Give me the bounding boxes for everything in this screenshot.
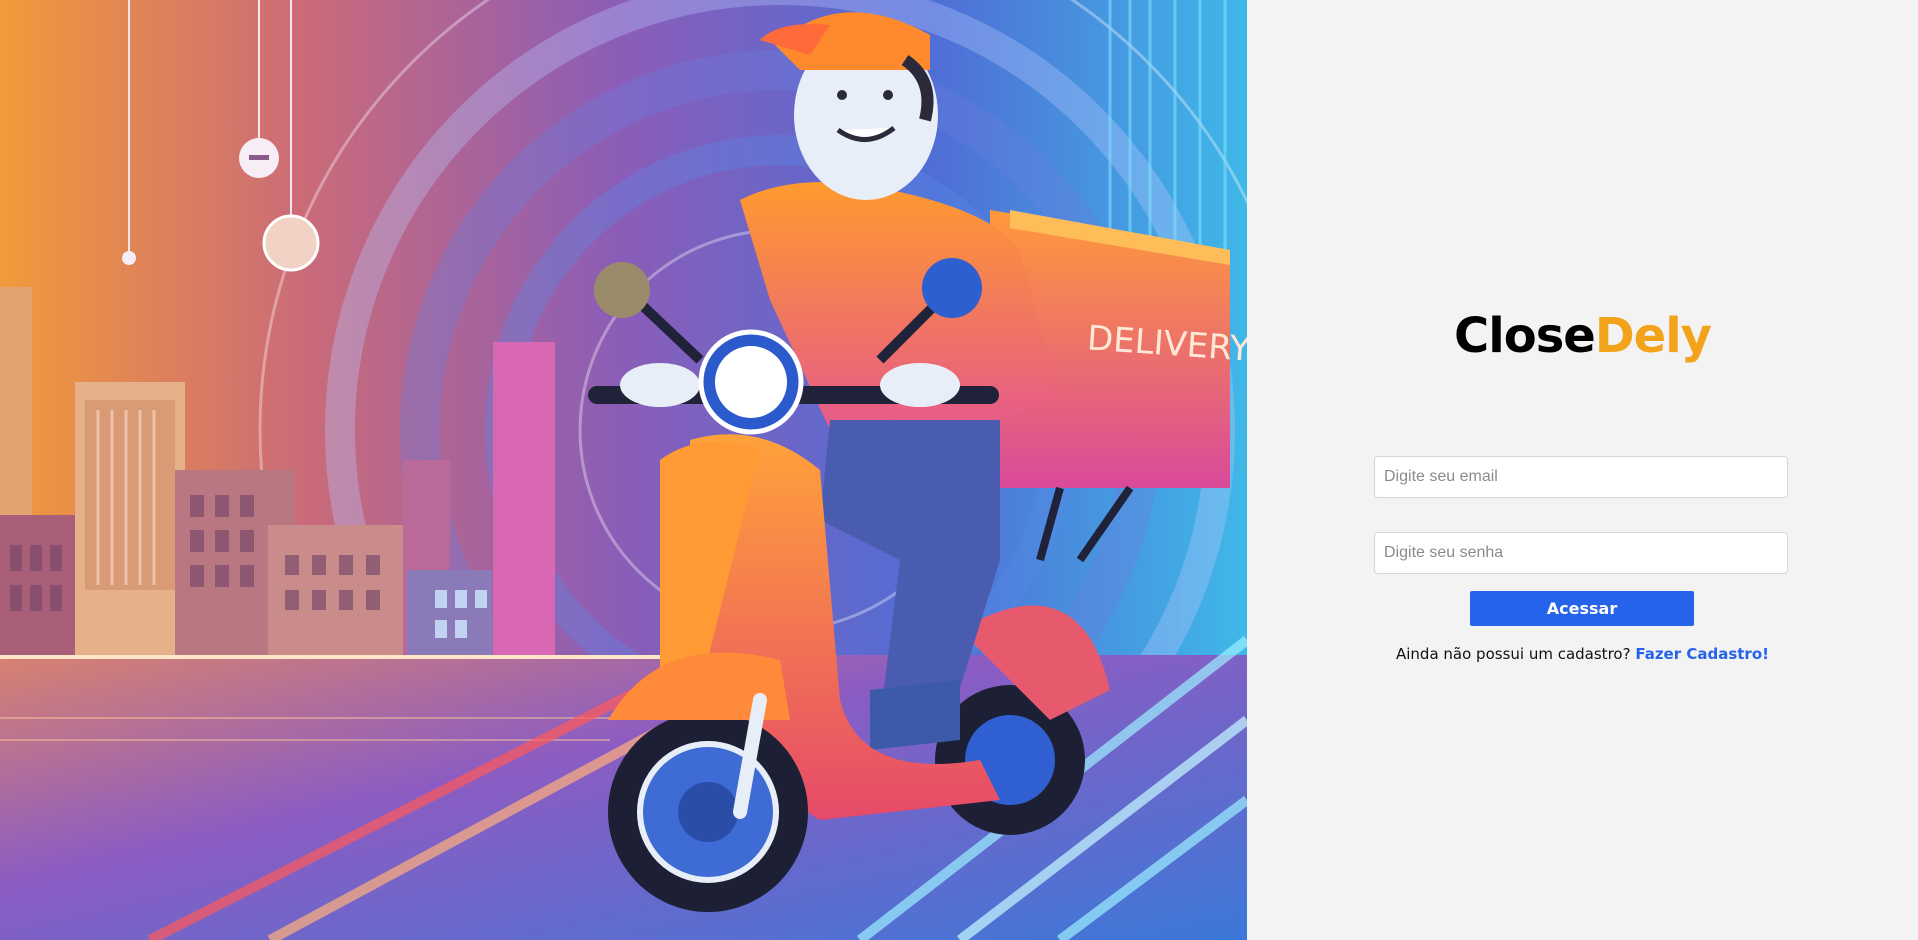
signup-prompt: Ainda não possui um cadastro? Fazer Cada… [1247,645,1918,663]
login-button[interactable]: Acessar [1470,591,1694,626]
delivery-illustration: DELIVERY [0,0,1247,940]
brand-logo-close: Close [1454,308,1596,364]
login-panel: CloseDely Acessar Ainda não possui um ca… [1247,0,1918,940]
email-input[interactable] [1374,456,1788,498]
login-page: DELIVERY CloseDely Digite seu email Aces… [0,0,1918,940]
brand-logo-dely: Dely [1594,308,1712,364]
brand-logo: CloseDely [1247,308,1918,364]
signup-link[interactable]: Fazer Cadastro! [1635,645,1769,663]
delivery-scooter-illustration: DELIVERY [0,0,1247,940]
password-input[interactable] [1374,532,1788,574]
signup-prompt-text: Ainda não possui um cadastro? [1396,645,1631,663]
